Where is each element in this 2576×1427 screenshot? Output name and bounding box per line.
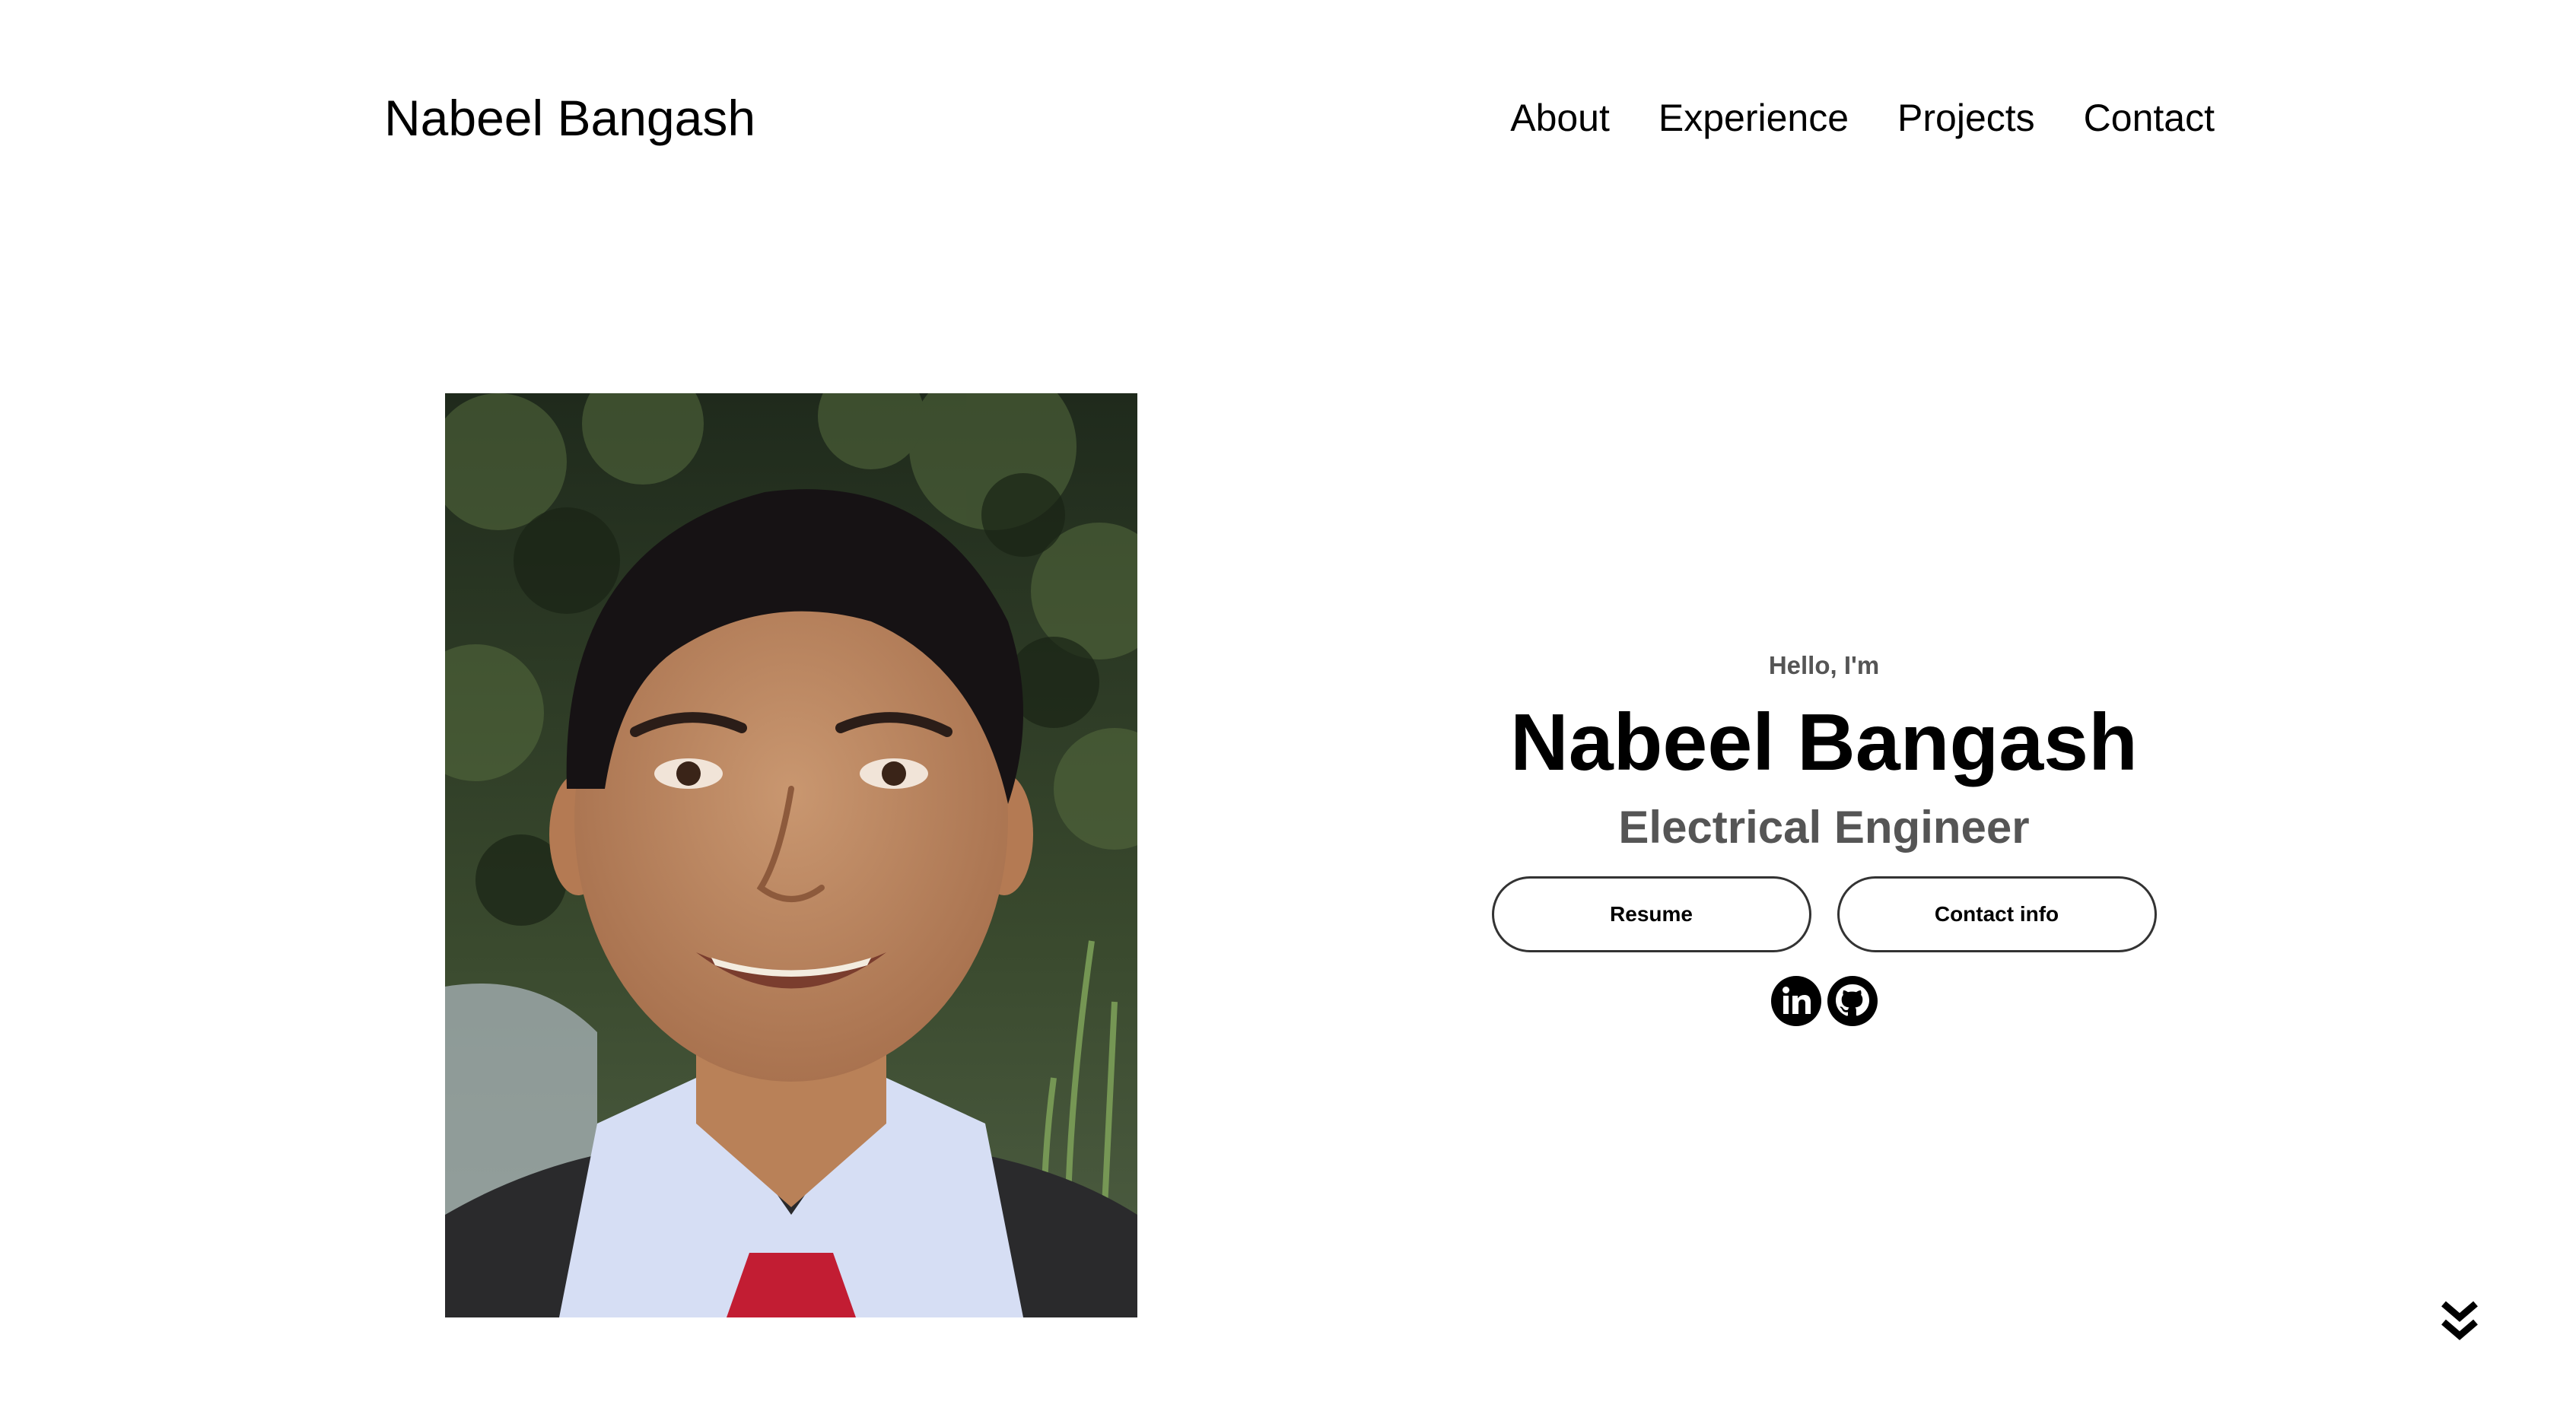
nav-item-about: About [1510,84,1610,152]
page: Nabeel Bangash About Experience Projects… [0,0,2576,1427]
site-logo[interactable]: Nabeel Bangash [384,84,755,152]
nav-link-projects[interactable]: Projects [1897,97,2035,139]
linkedin-icon[interactable] [1770,975,1822,1027]
hero-title: Electrical Engineer [1618,802,2030,853]
double-chevron-down-icon[interactable] [2441,1301,2479,1342]
main-nav: About Experience Projects Contact [1510,84,2215,152]
contact-info-button[interactable]: Contact info [1837,876,2157,952]
nav-link-experience[interactable]: Experience [1658,97,1849,139]
resume-button[interactable]: Resume [1491,876,1811,952]
hero-section: Hello, I'm Nabeel Bangash Electrical Eng… [1491,647,2157,1027]
hero-buttons: Resume Contact info [1491,876,2157,952]
nav-item-contact: Contact [2084,84,2215,152]
nav-link-about[interactable]: About [1510,97,1610,139]
nav-link-contact[interactable]: Contact [2084,97,2215,139]
hero-greeting: Hello, I'm [1768,651,1880,679]
nav-item-projects: Projects [1897,84,2035,152]
profile-photo [445,393,1137,1317]
hero-name: Nabeel Bangash [1510,698,2138,787]
social-links [1491,975,2157,1027]
nav-item-experience: Experience [1658,84,1849,152]
github-icon[interactable] [1827,975,1878,1027]
